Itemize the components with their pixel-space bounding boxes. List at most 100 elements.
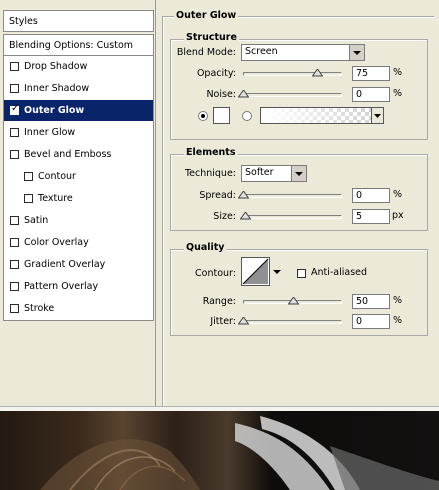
- antialiased-label: Anti-aliased: [311, 267, 368, 278]
- style-item-stroke[interactable]: Stroke: [4, 298, 153, 319]
- style-item-label: Pattern Overlay: [24, 281, 99, 292]
- gradient-dropdown-icon[interactable]: [371, 107, 384, 124]
- contour-curve-icon: [242, 258, 269, 285]
- style-item-inner-glow[interactable]: Inner Glow: [4, 122, 153, 143]
- blend-mode-value: Screen: [245, 46, 278, 57]
- style-item-contour[interactable]: Contour: [4, 166, 153, 187]
- style-item-color-overlay[interactable]: Color Overlay: [4, 232, 153, 253]
- style-item-satin[interactable]: Satin: [4, 210, 153, 231]
- style-item-label: Drop Shadow: [24, 61, 88, 72]
- jitter-slider-thumb[interactable]: [238, 317, 249, 325]
- size-value: 5: [356, 211, 363, 222]
- spread-input[interactable]: 0: [352, 188, 390, 203]
- style-item-label: Texture: [38, 193, 73, 204]
- opacity-value: 75: [356, 68, 369, 79]
- style-item-label: Outer Glow: [24, 105, 85, 116]
- style-item-outer-glow[interactable]: ✓ Outer Glow: [4, 100, 153, 121]
- style-item-label: Satin: [24, 215, 49, 226]
- blend-mode-label: Blend Mode:: [176, 47, 236, 58]
- range-value: 50: [356, 296, 369, 307]
- style-checkbox[interactable]: [10, 62, 19, 71]
- chevron-down-icon[interactable]: [291, 166, 306, 181]
- blending-options-item[interactable]: Blending Options: Custom: [3, 34, 154, 56]
- blending-options-label: Blending Options: Custom: [9, 40, 134, 51]
- jitter-value: 0: [356, 316, 363, 327]
- noise-input[interactable]: 0: [352, 87, 390, 102]
- style-checkbox[interactable]: [10, 84, 19, 93]
- style-item-texture[interactable]: Texture: [4, 188, 153, 209]
- outer-glow-panel: Outer Glow Structure Blend Mode: Screen …: [162, 8, 439, 406]
- glow-color-swatch[interactable]: [213, 107, 230, 124]
- canvas-photo: [0, 411, 439, 490]
- style-checkbox[interactable]: [24, 194, 33, 203]
- chevron-down-icon[interactable]: [349, 45, 364, 60]
- noise-slider[interactable]: [243, 93, 342, 97]
- noise-unit: %: [393, 88, 403, 99]
- contour-dropdown-icon[interactable]: [272, 266, 282, 278]
- opacity-label: Opacity:: [196, 68, 236, 79]
- style-item-label: Bevel and Emboss: [24, 149, 112, 160]
- structure-title: Structure: [184, 32, 239, 43]
- jitter-unit: %: [393, 315, 403, 326]
- style-checkbox[interactable]: [10, 216, 19, 225]
- technique-value: Softer: [245, 167, 274, 178]
- technique-label: Technique:: [184, 168, 236, 179]
- range-slider-thumb[interactable]: [287, 297, 299, 305]
- size-label: Size:: [213, 211, 236, 222]
- style-item-bevel-and-emboss[interactable]: Bevel and Emboss: [4, 144, 153, 165]
- style-item-gradient-overlay[interactable]: Gradient Overlay: [4, 254, 153, 275]
- layer-style-list: Drop Shadow Inner Shadow ✓ Outer Glow Inner …: [3, 55, 154, 321]
- size-unit: px: [392, 210, 404, 221]
- opacity-slider[interactable]: [243, 72, 342, 76]
- noise-label: Noise:: [206, 89, 236, 100]
- solid-color-radio[interactable]: [198, 111, 208, 121]
- blend-mode-select[interactable]: Screen: [241, 44, 365, 61]
- spread-slider-thumb[interactable]: [238, 191, 249, 199]
- noise-value: 0: [356, 89, 363, 100]
- opacity-unit: %: [393, 67, 403, 78]
- style-item-label: Gradient Overlay: [24, 259, 106, 270]
- style-item-inner-shadow[interactable]: Inner Shadow: [4, 78, 153, 99]
- gradient-radio[interactable]: [242, 111, 252, 121]
- styles-header[interactable]: Styles: [3, 10, 154, 32]
- checkmark-icon: ✓: [11, 103, 20, 114]
- size-input[interactable]: 5: [352, 209, 390, 224]
- style-item-label: Stroke: [24, 303, 55, 314]
- antialiased-checkbox[interactable]: [297, 269, 306, 278]
- style-checkbox[interactable]: [10, 238, 19, 247]
- jitter-slider[interactable]: [243, 320, 342, 324]
- quality-title: Quality: [184, 242, 227, 253]
- style-item-drop-shadow[interactable]: Drop Shadow: [4, 56, 153, 77]
- contour-label: Contour:: [195, 268, 236, 279]
- style-checkbox[interactable]: [10, 260, 19, 269]
- opacity-input[interactable]: 75: [352, 66, 390, 81]
- range-input[interactable]: 50: [352, 294, 390, 309]
- style-item-label: Contour: [38, 171, 76, 182]
- style-item-pattern-overlay[interactable]: Pattern Overlay: [4, 276, 153, 297]
- noise-slider-thumb[interactable]: [238, 90, 249, 98]
- technique-select[interactable]: Softer: [241, 165, 307, 182]
- size-slider[interactable]: [243, 215, 342, 219]
- style-checkbox[interactable]: ✓: [10, 103, 19, 115]
- style-checkbox[interactable]: [10, 150, 19, 159]
- style-checkbox[interactable]: [24, 172, 33, 181]
- style-checkbox[interactable]: [10, 282, 19, 291]
- size-slider-thumb[interactable]: [239, 212, 251, 220]
- range-label: Range:: [202, 296, 236, 307]
- spread-slider[interactable]: [243, 194, 342, 198]
- styles-panel: Styles Blending Options: Custom Drop Sha…: [0, 0, 156, 406]
- opacity-slider-thumb[interactable]: [312, 69, 324, 77]
- style-item-label: Inner Shadow: [24, 83, 90, 94]
- jitter-input[interactable]: 0: [352, 314, 390, 329]
- spread-value: 0: [356, 190, 363, 201]
- outer-glow-title: Outer Glow: [174, 10, 239, 21]
- range-unit: %: [393, 295, 403, 306]
- contour-preview[interactable]: [241, 257, 270, 286]
- style-item-label: Inner Glow: [24, 127, 76, 138]
- gradient-swatch[interactable]: [260, 107, 384, 124]
- style-checkbox[interactable]: [10, 128, 19, 137]
- elements-title: Elements: [184, 147, 238, 158]
- styles-header-label: Styles: [9, 16, 38, 27]
- style-checkbox[interactable]: [10, 304, 19, 313]
- spread-unit: %: [393, 189, 403, 200]
